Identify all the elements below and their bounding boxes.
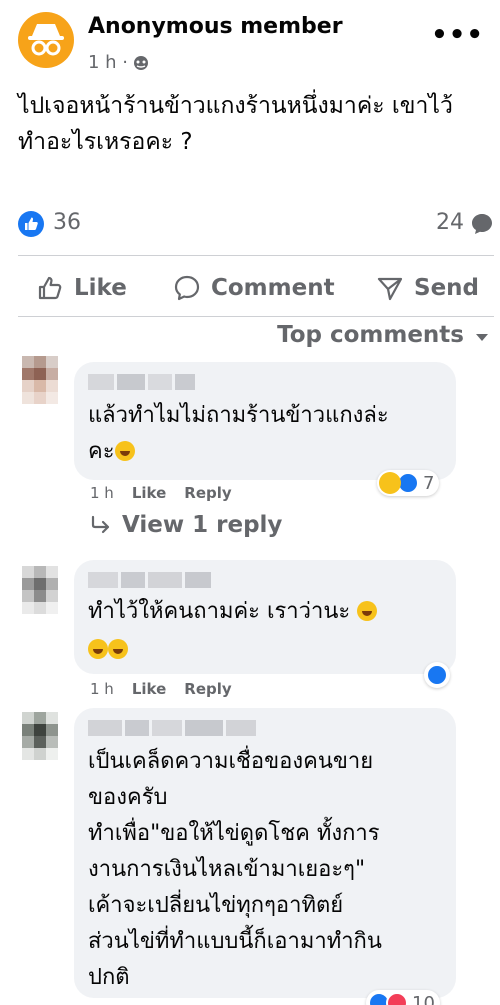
comment-reply-button[interactable]: Reply [184, 484, 231, 502]
commenter-name-blurred[interactable] [88, 374, 198, 390]
post-time[interactable]: 1 h · [88, 52, 128, 73]
haha-reaction-icon [379, 472, 401, 494]
laughing-emoji-icon [357, 601, 378, 621]
comment-reactions[interactable]: 10 [366, 990, 440, 1005]
comment-reactions[interactable]: 7 [377, 470, 440, 496]
like-button[interactable]: Like [36, 265, 127, 311]
comment-text-line: งานการเงินไหลเข้ามาเยอะๆ" [88, 857, 366, 882]
comment-text-line: เค้าจะเปลี่ยนไข่ทุกๆอาทิตย์ [88, 893, 344, 918]
post-meta: 1 h · [88, 52, 149, 73]
comment-text-line: ทำไว้ให้คนถามค่ะ เราว่านะ [88, 594, 378, 630]
comment-text-line: ทำเพื่อ"ขอให้ไข่ดูดโชค ทั้งการ [88, 821, 380, 846]
reply-arrow-icon [91, 515, 110, 534]
reaction-count: 10 [412, 992, 435, 1005]
comment-time[interactable]: 1 h [90, 484, 114, 502]
comment-text-line: แล้วทำไมไม่ถามร้านข้าวแกงล่ะ [88, 403, 389, 428]
post-header: Anonymous member 1 h · ••• [18, 8, 488, 78]
view-reply-label: View 1 reply [122, 512, 283, 538]
comment-like-button[interactable]: Like [132, 680, 166, 698]
commenter-avatar[interactable] [22, 566, 58, 626]
send-button[interactable]: Send [376, 265, 479, 311]
like-reaction-icon[interactable] [18, 211, 44, 237]
laughing-emoji-icon [114, 441, 135, 461]
comment-sort-dropdown[interactable]: Top comments [277, 322, 488, 348]
love-reaction-icon [386, 992, 408, 1005]
comment-count[interactable]: 24 [436, 210, 464, 235]
comment-text-line: เป็นเคล็ดความเชื่อของคนขาย [88, 749, 374, 774]
thumbs-up-icon [38, 276, 62, 300]
reaction-count: 7 [423, 472, 435, 494]
divider [18, 316, 494, 317]
comment-bubble[interactable]: แล้วทำไมไม่ถามร้านข้าวแกงล่ะ คะ [74, 362, 456, 480]
comment-bubble[interactable]: ทำไว้ให้คนถามค่ะ เราว่านะ [74, 560, 456, 674]
comment-like-button[interactable]: Like [132, 484, 166, 502]
post-stats: 36 24 [18, 206, 494, 242]
chevron-down-icon [476, 333, 488, 341]
post-author[interactable]: Anonymous member [88, 14, 343, 39]
comment-button-label: Comment [211, 275, 335, 301]
comment-text-line: คะ [88, 434, 135, 470]
post-action-bar: Like Comment Send [18, 265, 494, 311]
comment-text-line: ปกติ [88, 965, 130, 990]
group-privacy-icon [134, 55, 149, 70]
like-reaction-icon [426, 664, 448, 686]
comment-button[interactable]: Comment [173, 265, 335, 311]
send-icon [377, 277, 403, 301]
comment-meta: 1 h Like Reply [90, 484, 232, 502]
like-button-label: Like [74, 275, 127, 301]
commenter-name-blurred[interactable] [88, 720, 259, 736]
comment-text-line: ของครับ [88, 785, 168, 810]
like-count[interactable]: 36 [53, 210, 81, 235]
laughing-emoji-icon [88, 639, 108, 659]
commenter-avatar[interactable] [22, 356, 58, 416]
comment-icon [174, 275, 200, 301]
commenter-avatar[interactable] [22, 712, 58, 772]
comment-bubble-icon [472, 214, 492, 234]
more-options-icon[interactable]: ••• [431, 20, 484, 50]
post-text-line: ทำอะไรเหรอคะ ? [18, 129, 193, 155]
post-body: ไปเจอหน้าร้านข้าวแกงร้านหนึ่งมาค่ะ เขาไว… [18, 88, 488, 160]
comment-reply-button[interactable]: Reply [184, 680, 231, 698]
view-replies-link[interactable]: View 1 reply [90, 512, 282, 538]
comment-emoji-line [88, 632, 128, 668]
comment-meta: 1 h Like Reply [90, 680, 232, 698]
divider [18, 255, 494, 256]
comment-bubble[interactable]: เป็นเคล็ดความเชื่อของคนขาย ของครับ ทำเพื… [74, 708, 456, 998]
send-button-label: Send [414, 275, 480, 301]
comment-reactions[interactable] [424, 662, 450, 688]
commenter-name-blurred[interactable] [88, 572, 214, 588]
post-text-line: ไปเจอหน้าร้านข้าวแกงร้านหนึ่งมาค่ะ เขาไว… [18, 93, 453, 119]
anonymous-avatar[interactable] [18, 12, 74, 68]
comment-text-line: ส่วนไข่ที่ทำแบบนี้ก็เอามาทำกิน [88, 929, 382, 954]
comment-time[interactable]: 1 h [90, 680, 114, 698]
sort-label: Top comments [277, 322, 464, 348]
laughing-emoji-icon [108, 639, 128, 659]
incognito-icon [28, 24, 64, 56]
